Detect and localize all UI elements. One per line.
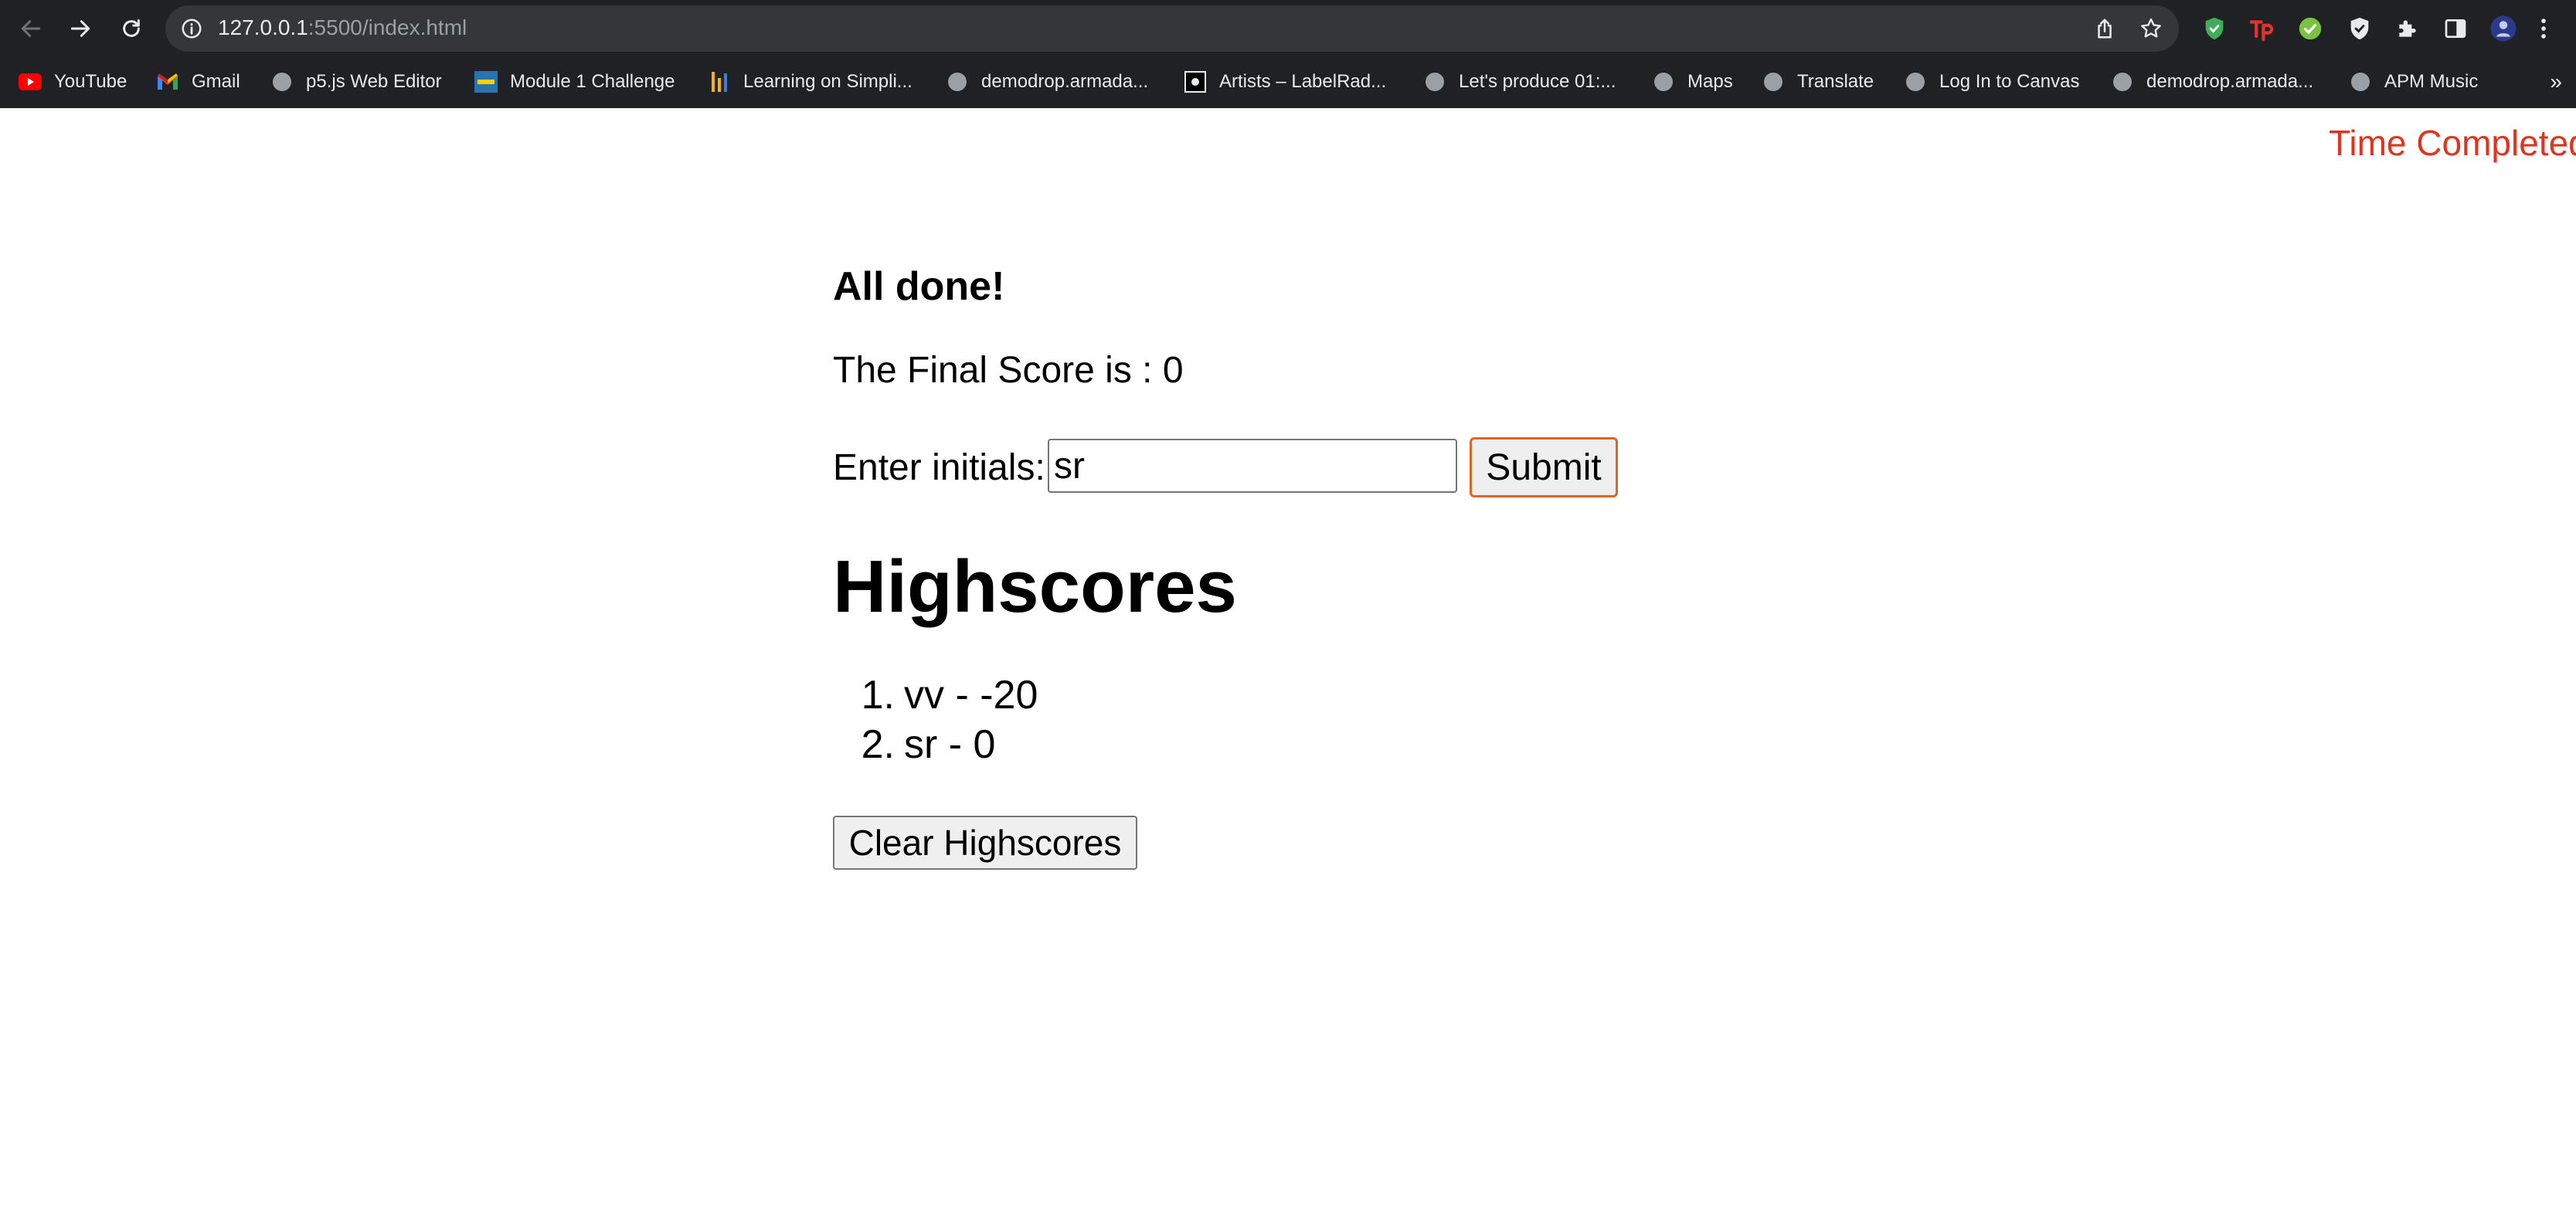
final-score-value: 0 — [1162, 350, 1184, 391]
bookmark-star-button[interactable] — [2137, 15, 2165, 42]
highscores-heading: Highscores — [833, 545, 1237, 628]
bookmark-label: Module 1 Challenge — [510, 71, 675, 92]
site-info-button[interactable] — [178, 15, 206, 42]
bookmark-p5js-web-editor[interactable]: p5.js Web Editor — [270, 65, 442, 99]
adblock-shield-icon — [2350, 17, 2369, 40]
globe-icon — [270, 70, 294, 93]
tp-extension-icon — [2249, 20, 2274, 42]
reload-icon — [123, 19, 140, 37]
side-panel-button[interactable] — [2442, 15, 2469, 42]
bookmark-label: Log In to Canvas — [1939, 71, 2080, 92]
bookmarks-overflow-button[interactable]: » — [2550, 65, 2562, 99]
bookmark-label: demodrop.armada... — [2146, 71, 2314, 92]
globe-icon — [1904, 70, 1927, 93]
bookmark-youtube[interactable]: YouTube — [19, 65, 127, 99]
check-extension-button[interactable] — [2296, 15, 2324, 42]
all-done-heading: All done! — [833, 264, 1005, 309]
bookmark-label: APM Music — [2384, 71, 2479, 92]
url-text[interactable]: 127.0.0.1:5500/index.html — [218, 14, 467, 42]
shield-extension-button[interactable] — [2200, 15, 2228, 42]
highscore-entry: vv - -20 — [904, 673, 1038, 718]
back-button[interactable] — [12, 10, 49, 47]
ucla-icon — [474, 70, 498, 93]
forward-button[interactable] — [62, 10, 99, 47]
tp-extension-button[interactable] — [2248, 15, 2276, 42]
globe-icon — [1762, 70, 1785, 93]
extensions-area — [2194, 10, 2576, 47]
bookmark-label: YouTube — [54, 71, 127, 92]
extensions-button[interactable] — [2394, 15, 2421, 42]
highscore-item: 1. vv - -20 — [833, 670, 1038, 720]
share-icon — [2098, 19, 2112, 39]
bookmark-log-in-to-canvas[interactable]: Log In to Canvas — [1904, 65, 2079, 99]
share-button[interactable] — [2091, 15, 2119, 42]
reload-button[interactable] — [113, 10, 150, 47]
arrow-right-icon — [70, 20, 90, 37]
initials-label: Enter initials: — [833, 447, 1045, 488]
gmail-icon — [156, 70, 179, 93]
clear-highscores-button[interactable]: Clear Highscores — [833, 816, 1137, 870]
profile-avatar-icon — [2490, 15, 2517, 42]
url-path: :5500/index.html — [308, 15, 467, 39]
bookmark-gmail[interactable]: Gmail — [156, 65, 240, 99]
highscore-rank: 2. — [861, 722, 895, 767]
info-icon — [182, 19, 202, 39]
initials-form: Enter initials: Submit — [833, 437, 1760, 499]
bookmark-translate[interactable]: Translate — [1762, 65, 1874, 99]
url-host: 127.0.0.1 — [218, 15, 308, 39]
bookmark-demodrop-armada-2[interactable]: demodrop.armada... — [2111, 65, 2313, 99]
bars-icon — [708, 70, 731, 93]
side-panel-icon — [2445, 19, 2466, 38]
final-score-text: The Final Score is : 0 — [833, 346, 1184, 395]
initials-input[interactable] — [1048, 439, 1457, 493]
globe-icon — [2349, 70, 2372, 93]
browser-menu-button[interactable] — [2534, 15, 2553, 42]
final-score-label: The Final Score is : — [833, 350, 1163, 391]
shield-extension-icon — [2205, 17, 2224, 40]
bookmark-label: Gmail — [192, 71, 240, 92]
submit-button[interactable]: Submit — [1470, 437, 1618, 497]
highscore-rank: 1. — [861, 673, 895, 718]
bookmark-apm-music[interactable]: APM Music — [2349, 65, 2478, 99]
check-extension-icon — [2299, 17, 2322, 40]
puzzle-icon — [2399, 20, 2416, 37]
bookmark-module-1-challenge[interactable]: Module 1 Challenge — [474, 65, 675, 99]
star-icon — [2141, 18, 2161, 38]
timer-status: Time Completed — [2329, 123, 2576, 163]
globe-icon — [2111, 70, 2134, 93]
profile-button[interactable] — [2489, 15, 2517, 42]
youtube-icon — [19, 70, 42, 93]
arrow-left-icon — [21, 20, 41, 37]
bookmark-label: p5.js Web Editor — [306, 71, 442, 92]
quiz-results-section: All done! The Final Score is : 0 Enter i… — [833, 0, 1760, 1205]
highscore-item: 2. sr - 0 — [833, 720, 1038, 769]
highscores-list: 1. vv - -20 2. sr - 0 — [833, 670, 1038, 769]
adblock-extension-button[interactable] — [2346, 15, 2374, 42]
highscore-entry: sr - 0 — [904, 722, 996, 767]
more-menu-icon — [2541, 19, 2546, 39]
bookmark-label: Translate — [1797, 71, 1874, 92]
